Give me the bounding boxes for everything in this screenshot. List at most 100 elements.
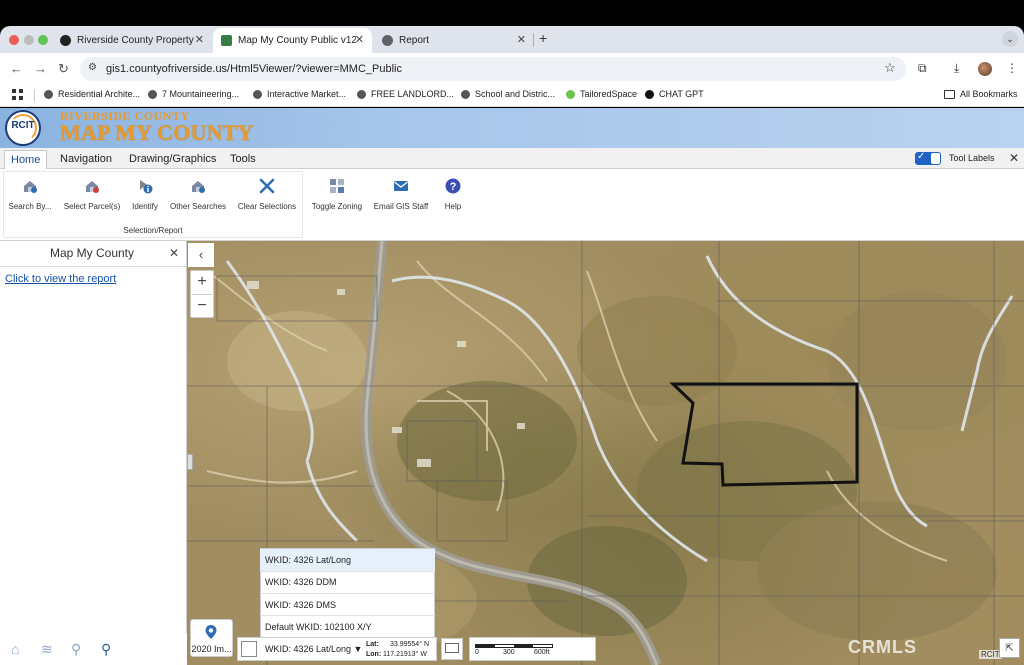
other-searches-button[interactable]: Other Searches xyxy=(168,178,228,211)
bookmark-item[interactable]: School and Distric... xyxy=(461,89,555,99)
lat-value: 33.99554° N xyxy=(390,641,429,648)
scale-label-600: 600ft xyxy=(534,649,550,656)
help-button[interactable]: ? Help xyxy=(438,178,468,211)
close-window-button[interactable] xyxy=(9,35,19,45)
button-label: Identify xyxy=(132,202,158,211)
check-icon: ✓ xyxy=(917,151,926,162)
lat-label: Lat: xyxy=(366,641,379,648)
tab-tools[interactable]: Tools xyxy=(224,150,262,169)
bookmark-item[interactable]: CHAT GPT xyxy=(645,89,704,99)
close-icon[interactable]: ✕ xyxy=(517,33,526,46)
coord-option-ddm[interactable]: WKID: 4326 DDM xyxy=(260,571,435,593)
zoom-out-button[interactable]: − xyxy=(190,294,214,318)
panel-resize-handle[interactable] xyxy=(187,454,193,470)
tool-labels-label: Tool Labels xyxy=(949,153,995,163)
panel-divider xyxy=(0,266,187,267)
forward-arrow-icon[interactable]: → xyxy=(34,61,47,76)
left-panel xyxy=(0,241,187,665)
tab-title: Map My County Public v12.00 xyxy=(238,35,356,46)
property-favicon-icon xyxy=(60,35,71,46)
reload-icon[interactable]: ↻ xyxy=(58,61,69,77)
all-bookmarks[interactable]: All Bookmarks xyxy=(960,89,1018,99)
bookmark-item[interactable]: TailoredSpace xyxy=(566,89,637,99)
bookmark-label: Interactive Market... xyxy=(267,89,347,99)
close-icon[interactable]: ✕ xyxy=(195,33,204,46)
view-report-link[interactable]: Click to view the report xyxy=(5,273,116,285)
identify-info-icon xyxy=(140,180,153,194)
bookmark-separator xyxy=(34,89,35,102)
button-label: Email GIS Staff xyxy=(373,202,429,211)
site-info-icon[interactable]: ⚙ xyxy=(88,62,97,73)
top-strip xyxy=(0,0,1024,26)
apps-grid-icon[interactable] xyxy=(12,89,23,100)
bookmark-favicon-icon xyxy=(44,89,53,99)
tab-search-button[interactable]: ⌄ xyxy=(1002,31,1018,47)
button-label: Toggle Zoning xyxy=(311,202,363,211)
tab-title: Riverside County Property De xyxy=(77,35,195,46)
bookmark-favicon-icon xyxy=(148,89,157,99)
clear-selections-button[interactable]: Clear Selections xyxy=(236,178,298,211)
expand-icon[interactable]: ⇱ xyxy=(999,638,1020,658)
download-icon[interactable]: ⤓ xyxy=(954,61,959,76)
bookmark-label: 7 Mountaineering... xyxy=(162,89,240,99)
identify-button[interactable]: Identify xyxy=(128,178,162,211)
toggle-zoning-button[interactable]: Toggle Zoning xyxy=(309,178,365,211)
close-icon[interactable]: ✕ xyxy=(1009,151,1019,165)
browser-tab-property[interactable]: Riverside County Property De ✕ xyxy=(52,28,212,53)
maximize-window-button[interactable] xyxy=(38,35,48,45)
folder-icon[interactable] xyxy=(944,90,955,99)
email-gis-staff-button[interactable]: Email GIS Staff xyxy=(371,178,431,211)
close-icon[interactable]: ✕ xyxy=(355,33,364,46)
close-icon[interactable]: ✕ xyxy=(169,246,179,260)
search-results-icon[interactable]: ⚲ xyxy=(101,641,111,658)
bookmark-star-icon[interactable]: ☆ xyxy=(884,60,896,76)
search-by-button[interactable]: Search By... xyxy=(6,178,54,211)
collapse-panel-button[interactable]: ‹ xyxy=(188,243,214,267)
extensions-icon[interactable]: ⧉ xyxy=(918,61,927,76)
bookmark-item[interactable]: Residential Archite... xyxy=(44,89,140,99)
bookmark-label: TailoredSpace xyxy=(580,89,638,99)
button-label: Search By... xyxy=(8,202,52,211)
search-map-icon[interactable]: ⚲ xyxy=(71,641,81,658)
search-house-icon xyxy=(24,181,37,193)
bookmark-item[interactable]: FREE LANDLORD... xyxy=(357,89,454,99)
bookmark-favicon-icon xyxy=(357,89,366,99)
map-pin-icon xyxy=(205,625,217,639)
zoom-in-button[interactable]: + xyxy=(190,270,214,294)
button-label: Clear Selections xyxy=(237,202,297,211)
coord-option-xy[interactable]: Default WKID: 102100 X/Y xyxy=(260,616,435,638)
coord-option-dms[interactable]: WKID: 4326 DMS xyxy=(260,594,435,616)
coordinate-grid-icon[interactable] xyxy=(241,641,257,657)
lon-value: 117.21913° W xyxy=(383,651,427,658)
profile-avatar[interactable] xyxy=(978,62,992,76)
clear-x-icon xyxy=(259,178,275,194)
crmls-watermark: CRMLS xyxy=(848,637,917,657)
browser-tab-map-my-county[interactable]: Map My County Public v12.00 ✕ xyxy=(213,28,372,53)
bookmark-item[interactable]: Interactive Market... xyxy=(253,89,346,99)
bookmark-label: School and Distric... xyxy=(475,89,556,99)
bookmark-favicon-icon xyxy=(566,89,575,99)
tab-home[interactable]: Home xyxy=(4,150,48,169)
map-favicon-icon xyxy=(221,35,232,46)
layers-icon[interactable]: ≋ xyxy=(41,641,53,658)
button-label: Select Parcel(s) xyxy=(63,202,121,211)
select-parcels-button[interactable]: Select Parcel(s) xyxy=(62,178,122,211)
home-icon[interactable]: ⌂ xyxy=(11,641,19,657)
bookmark-label: FREE LANDLORD... xyxy=(371,89,455,99)
coordinate-system-select[interactable]: WKID: 4326 Lat/Long ▼ xyxy=(265,644,362,654)
back-arrow-icon[interactable]: ← xyxy=(10,61,23,76)
bookmark-item[interactable]: 7 Mountaineering... xyxy=(148,89,239,99)
tab-title: Report xyxy=(399,35,430,46)
more-menu-icon[interactable]: ⋮ xyxy=(1006,61,1018,75)
tab-separator xyxy=(533,33,534,47)
scale-bar xyxy=(469,637,596,661)
tab-navigation[interactable]: Navigation xyxy=(54,150,118,169)
new-tab-button[interactable]: + xyxy=(539,30,547,46)
url-text[interactable]: gis1.countyofriverside.us/Html5Viewer/?v… xyxy=(106,63,402,75)
minimize-window-button[interactable] xyxy=(24,35,34,45)
scale-label-300: 300 xyxy=(503,649,515,656)
tab-drawing-graphics[interactable]: Drawing/Graphics xyxy=(123,150,222,169)
bookmark-favicon-icon xyxy=(253,89,262,99)
browser-tab-report[interactable]: Report ✕ xyxy=(374,28,534,53)
coord-option-latlong[interactable]: WKID: 4326 Lat/Long xyxy=(260,549,435,571)
